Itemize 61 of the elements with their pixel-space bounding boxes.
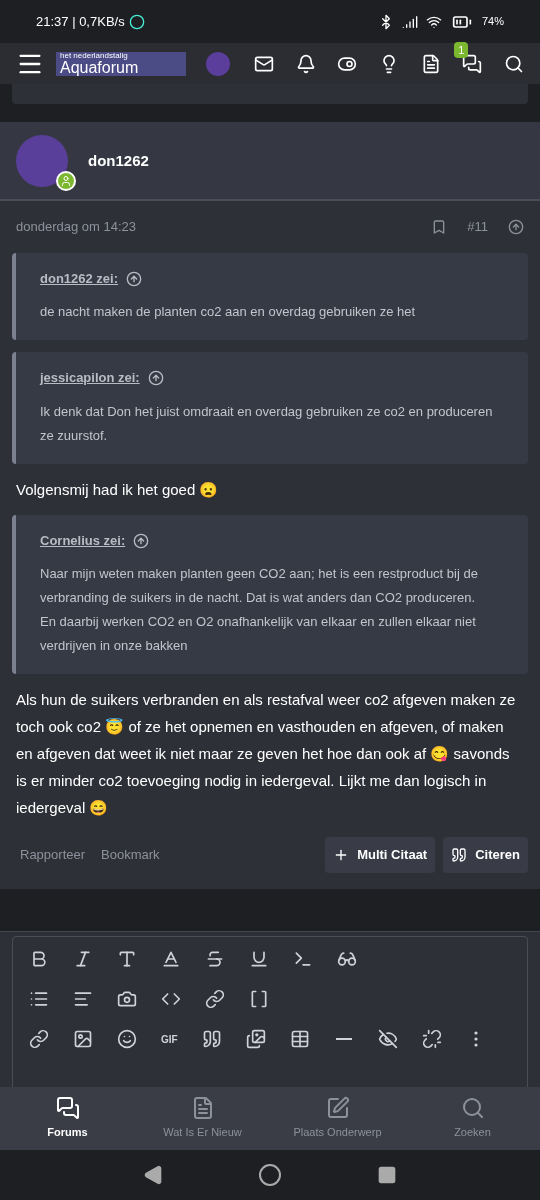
brackets-icon: [249, 989, 269, 1010]
home-icon[interactable]: [258, 1163, 282, 1188]
logo-tagline: het nederlandstalig: [60, 51, 129, 60]
unlink-icon: [421, 1029, 442, 1050]
post-number[interactable]: #11: [467, 217, 488, 237]
multi-quote-button[interactable]: Multi Citaat: [325, 837, 436, 873]
smiley-icon: [117, 1029, 137, 1050]
nav-tab[interactable]: Forums: [0, 1087, 135, 1151]
link-icon: [29, 1029, 49, 1050]
bell-icon[interactable]: [295, 53, 316, 74]
quote-text: Ik denk dat Don het juist omdraait en overdag gebruiken ze co2 en produceren ze zuurstof.: [40, 403, 494, 445]
chat-bubbles-icon: [55, 1096, 80, 1121]
nav-tab[interactable]: Plaats Onderwerp: [270, 1087, 405, 1151]
italic-icon: [73, 949, 93, 970]
quote-button[interactable]: Citeren: [443, 837, 528, 873]
quote-icon: [201, 1029, 222, 1050]
post-text: Volgensmij had ik het goed 😦: [15, 480, 220, 500]
quote-author-link[interactable]: jessicapilon zei:: [40, 368, 140, 388]
back-icon[interactable]: [143, 1165, 164, 1186]
battery-percent: 74%: [481, 14, 504, 30]
post-date: donderdag om 14:23: [16, 218, 136, 237]
quote-text: de nacht maken de planten co2 aan en overdag gebruiken ze het: [40, 303, 417, 322]
post-text: Als hun de suikers verbranden en als restafval weer co2 afgeven maken ze toch ook co2 😇 of ze het opnemen en vasthouden en afgeven, of maken en afgeven dat weet ik niet maar ze geven het hoe dan ook af 😋 savonds is er minder co2 toevoeging nodig in iedergeval. Lijkt me dan logisch in iedergeval 😄: [15, 690, 517, 819]
post-action-link[interactable]: Bookmark: [101, 845, 160, 865]
image-icon: [73, 1029, 93, 1050]
recents-icon[interactable]: [376, 1165, 397, 1186]
font-icon: [161, 949, 181, 970]
search-icon[interactable]: [503, 53, 524, 74]
nav-tab[interactable]: Wat Is Er Nieuw: [135, 1087, 270, 1151]
pencil-square-icon: [325, 1096, 350, 1121]
quote-text: En daarbij werken CO2 en O2 onafhankelijk van elkaar en zullen elkaar niet verdrijven in onze bakken: [40, 613, 477, 656]
gif-button[interactable]: GIF: [157, 1027, 182, 1051]
logo-text: Aquaforum: [60, 59, 140, 76]
camera-icon: [117, 989, 137, 1010]
gallery-icon: [245, 1029, 266, 1050]
jump-up-icon[interactable]: [133, 532, 150, 549]
table-icon: [289, 1029, 310, 1050]
link-icon: [205, 989, 225, 1010]
search-icon: [460, 1096, 485, 1121]
signal-icon: [401, 13, 418, 30]
underline-icon: [249, 949, 269, 970]
post-action-link[interactable]: Rapporteer: [20, 845, 86, 865]
quote-author-link[interactable]: Cornelius zei:: [40, 531, 126, 551]
jump-up-icon[interactable]: [147, 370, 164, 387]
status-time: 21:37 | 0,7KB/s: [36, 12, 125, 31]
strikethrough-icon: [205, 949, 225, 970]
text-size-icon: [117, 949, 137, 970]
jump-up-icon[interactable]: [126, 270, 143, 287]
quote-text: Naar mijn weten maken planten geen CO2 aan; het is een restproduct bij de verbranding de suikers in de nacht. Dat is wat anders dan CO2 produceren.: [40, 565, 479, 608]
app-status-icon: [128, 13, 145, 30]
hidden-eye-icon: [377, 1029, 398, 1050]
nav-tab[interactable]: Zoeken: [405, 1087, 540, 1151]
horizontal-rule-icon: [335, 1038, 352, 1041]
more-icon: [473, 1031, 478, 1048]
author-name[interactable]: don1262: [88, 149, 149, 173]
site-logo[interactable]: het nederlandstalig Aquaforum: [56, 51, 186, 76]
quote-icon: [451, 847, 468, 864]
share-up-icon[interactable]: [508, 219, 524, 236]
author-avatar[interactable]: [16, 135, 68, 187]
quote-author-link[interactable]: don1262 zei:: [40, 269, 119, 289]
chat-icon[interactable]: [462, 53, 483, 74]
